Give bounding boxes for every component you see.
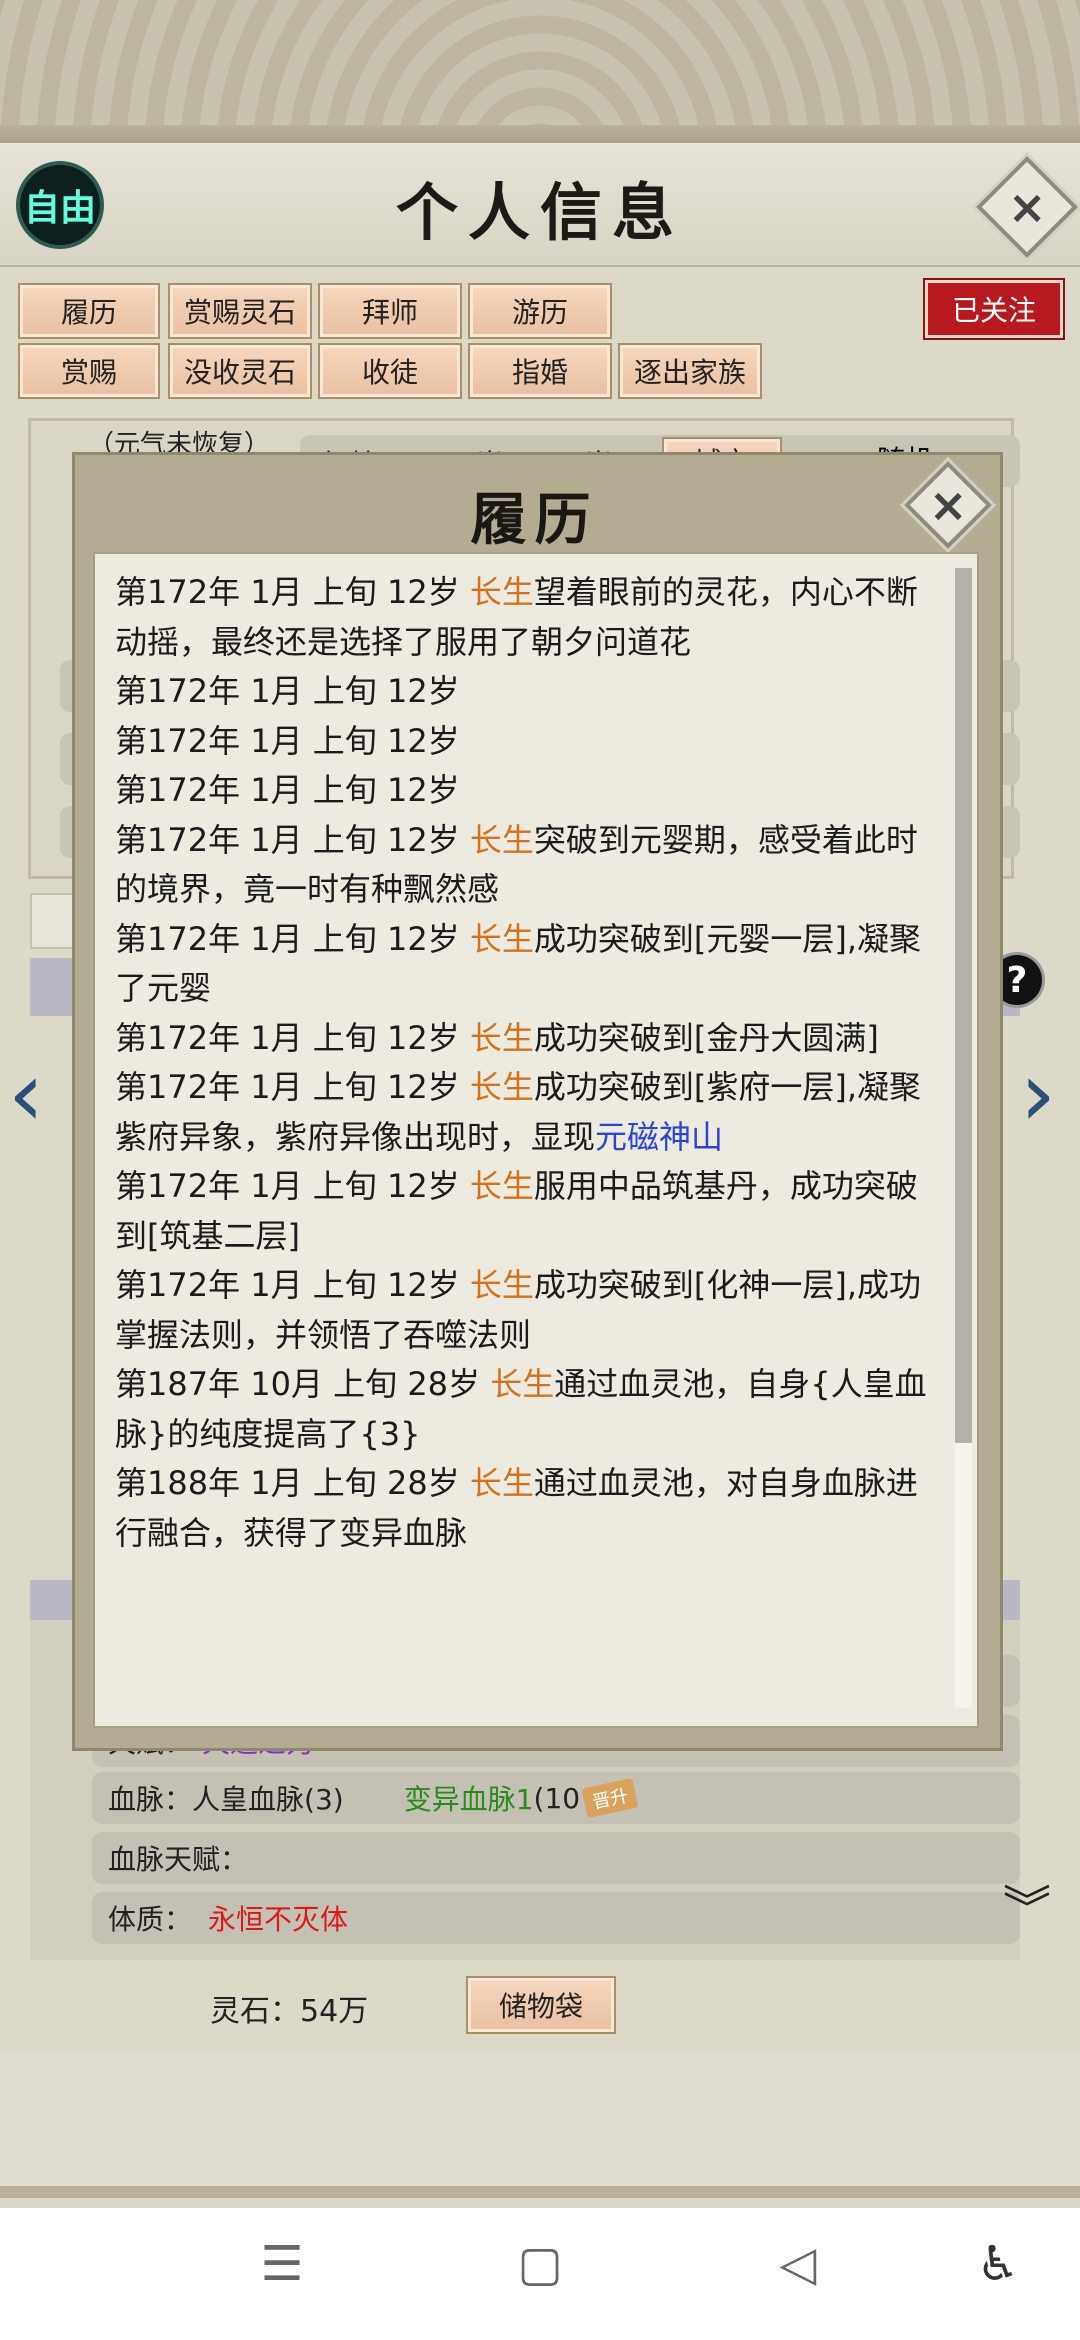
entry-name: 长生 bbox=[490, 1365, 555, 1403]
storage-bag-button[interactable]: 储物袋 bbox=[466, 1976, 616, 2034]
btn-expel-family[interactable]: 逐出家族 bbox=[618, 343, 762, 399]
menu-icon[interactable]: ☰ bbox=[242, 2236, 322, 2292]
scroll-down-icon[interactable]: ︾ bbox=[1003, 1885, 1051, 1933]
entry-name: 长生 bbox=[469, 1464, 534, 1502]
entry-name: 长生 bbox=[469, 820, 534, 859]
btn-arrange-marriage[interactable]: 指婚 bbox=[468, 343, 612, 399]
top-decoration bbox=[0, 0, 1080, 145]
bloodline-label: 血脉： bbox=[108, 1783, 193, 1816]
btn-reward[interactable]: 赏赐 bbox=[18, 343, 160, 399]
promote-tag[interactable]: 晋升 bbox=[581, 1777, 639, 1819]
history-entry: 第172年 1月 上旬 12岁 长生成功突破到[金丹大圆满] bbox=[115, 1014, 935, 1064]
entry-time: 第172年 1月 上旬 12岁 bbox=[115, 820, 470, 859]
entry-time: 第172年 1月 上旬 12岁 bbox=[115, 672, 460, 710]
entry-time: 第172年 1月 上旬 12岁 bbox=[115, 721, 460, 760]
history-entry: 第188年 1月 上旬 28岁 长生通过血灵池，对自身血脉进行融合，获得了变异血… bbox=[115, 1459, 935, 1558]
btn-take-master[interactable]: 拜师 bbox=[318, 283, 462, 339]
entry-name: 长生 bbox=[469, 919, 534, 958]
bloodline-value: 人皇血脉(3) bbox=[192, 1783, 344, 1816]
entry-name: 长生 bbox=[469, 1018, 534, 1057]
close-icon: × bbox=[928, 477, 968, 532]
prev-arrow-icon[interactable]: ‹ bbox=[8, 1050, 44, 1140]
entry-time: 第172年 1月 上旬 12岁 bbox=[115, 771, 460, 809]
history-entry: 第172年 1月 上旬 12岁 bbox=[115, 667, 935, 717]
variant-count: (10 bbox=[533, 1781, 581, 1815]
physique-value: 永恒不灭体 bbox=[208, 1903, 349, 1936]
entry-name: 长生 bbox=[469, 1167, 534, 1205]
entry-time: 第172年 1月 上旬 12岁 bbox=[115, 1167, 470, 1205]
accessibility-icon[interactable]: ♿ bbox=[958, 2236, 1038, 2292]
back-icon[interactable]: ◁ bbox=[758, 2236, 838, 2292]
entry-time: 第172年 1月 上旬 12岁 bbox=[115, 1018, 470, 1057]
history-entry: 第172年 1月 上旬 12岁 长生突破到元婴期，感受着此时的境界，竟一时有种飘… bbox=[115, 816, 935, 915]
physique-bar: 体质： 永恒不灭体 bbox=[92, 1892, 1020, 1944]
page-title: 个人信息 bbox=[395, 176, 684, 249]
entry-name: 长生 bbox=[469, 573, 534, 611]
entry-name: 长生 bbox=[469, 1068, 534, 1106]
history-log: 第172年 1月 上旬 12岁 长生望着眼前的灵花，内心不断动摇，最终还是选择了… bbox=[115, 568, 935, 1558]
history-entry: 第172年 1月 上旬 12岁 bbox=[115, 717, 935, 767]
history-entry: 第172年 1月 上旬 12岁 长生望着眼前的灵花，内心不断动摇，最终还是选择了… bbox=[115, 568, 935, 667]
btn-confiscate-stones[interactable]: 没收灵石 bbox=[168, 343, 312, 399]
entry-time: 第172年 1月 上旬 12岁 bbox=[115, 573, 470, 611]
variant-bloodline: 变异血脉1 bbox=[403, 1783, 534, 1816]
entry-time: 第172年 1月 上旬 12岁 bbox=[115, 1266, 470, 1304]
entry-time: 第172年 1月 上旬 12岁 bbox=[115, 919, 470, 958]
bloodline-talent-label: 血脉天赋： bbox=[108, 1843, 249, 1876]
entry-name: 长生 bbox=[469, 1266, 534, 1304]
btn-travel[interactable]: 游历 bbox=[468, 283, 612, 339]
bottom-strip bbox=[0, 2053, 1080, 2198]
history-entry: 第172年 1月 上旬 12岁 bbox=[115, 766, 935, 816]
history-entry: 第172年 1月 上旬 12岁 长生成功突破到[紫府一层],凝聚紫府异象，紫府异… bbox=[115, 1063, 935, 1162]
spirit-stones: 灵石：54万 bbox=[210, 1994, 369, 2029]
close-icon: × bbox=[1007, 179, 1047, 234]
history-entry: 第172年 1月 上旬 12岁 长生成功突破到[元婴一层],凝聚了元婴 bbox=[115, 915, 935, 1014]
btn-history[interactable]: 履历 bbox=[18, 283, 160, 339]
followed-button[interactable]: 已关注 bbox=[925, 280, 1063, 338]
history-entry: 第187年 10月 上旬 28岁 长生通过血灵池，自身{人皇血脉}的纯度提高了{… bbox=[115, 1360, 935, 1459]
modal-title: 履历 bbox=[470, 487, 599, 553]
next-arrow-icon[interactable]: › bbox=[1020, 1050, 1056, 1140]
history-entry: 第172年 1月 上旬 12岁 长生服用中品筑基丹，成功突破到[筑基二层] bbox=[115, 1162, 935, 1261]
entry-time: 第187年 10月 上旬 28岁 bbox=[115, 1365, 491, 1403]
btn-take-disciple[interactable]: 收徒 bbox=[318, 343, 462, 399]
btn-reward-stones[interactable]: 赏赐灵石 bbox=[168, 283, 312, 339]
entry-time: 第188年 1月 上旬 28岁 bbox=[115, 1464, 470, 1502]
scrollbar-thumb[interactable] bbox=[955, 568, 972, 1443]
home-icon[interactable]: ▢ bbox=[500, 2236, 580, 2292]
physique-label: 体质： bbox=[108, 1903, 193, 1936]
entry-time: 第172年 1月 上旬 12岁 bbox=[115, 1068, 470, 1106]
entry-highlight: 元磁神山 bbox=[595, 1117, 724, 1156]
entry-text: 成功突破到[金丹大圆满] bbox=[533, 1018, 879, 1057]
history-content[interactable]: 第172年 1月 上旬 12岁 长生望着眼前的灵花，内心不断动摇，最终还是选择了… bbox=[93, 552, 979, 1728]
bloodline-talent-bar: 血脉天赋： bbox=[92, 1832, 1020, 1884]
bloodline-bar: 血脉： 人皇血脉(3) 变异血脉1 (10 晋升 bbox=[92, 1772, 1020, 1824]
history-entry: 第172年 1月 上旬 12岁 长生成功突破到[化神一层],成功掌握法则，并领悟… bbox=[115, 1261, 935, 1360]
